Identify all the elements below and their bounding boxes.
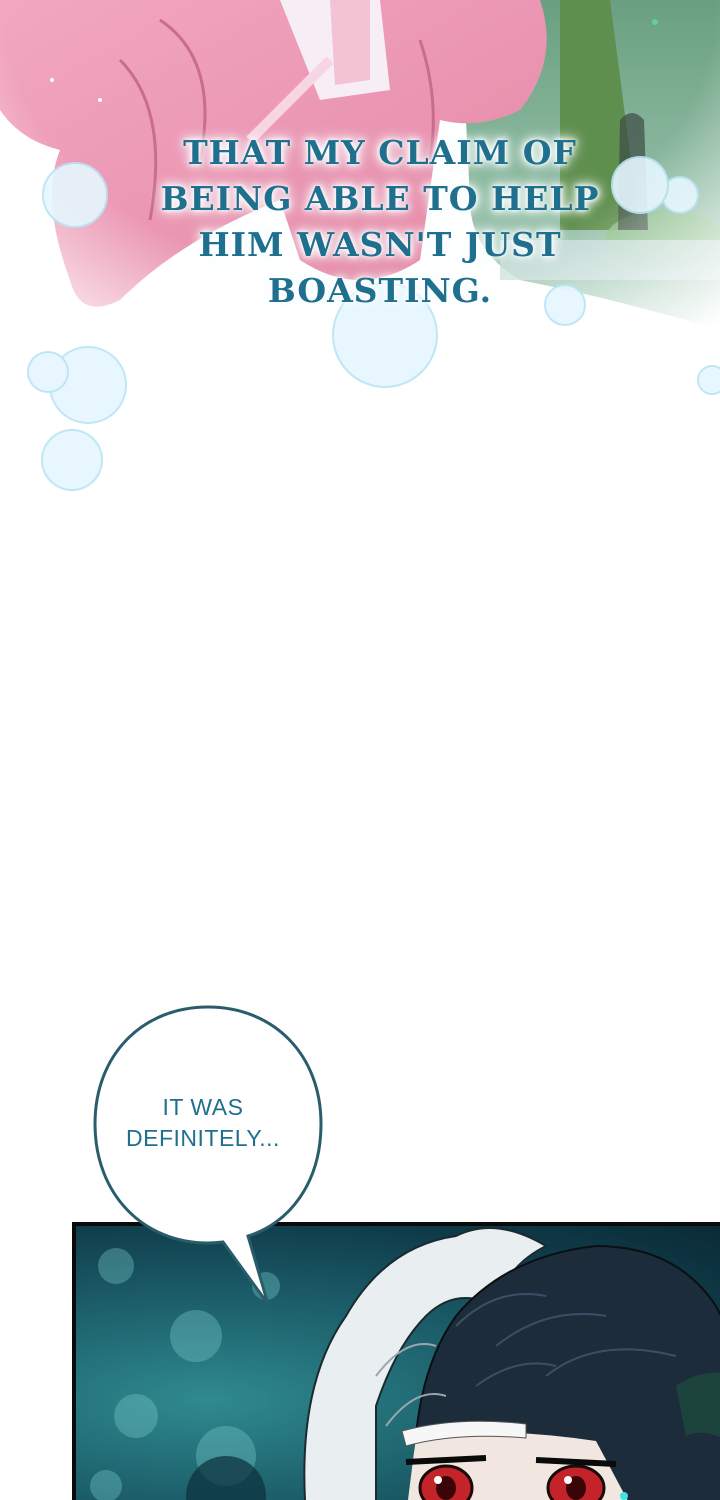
speech-bubble-text: IT WAS DEFINITELY...	[126, 1094, 280, 1151]
narration-caption: THAT MY CLAIM OF BEING ABLE TO HELP HIM …	[160, 133, 600, 310]
speech-bubble	[93, 1005, 323, 1305]
comic-page: THAT MY CLAIM OF BEING ABLE TO HELP HIM …	[0, 0, 720, 1500]
